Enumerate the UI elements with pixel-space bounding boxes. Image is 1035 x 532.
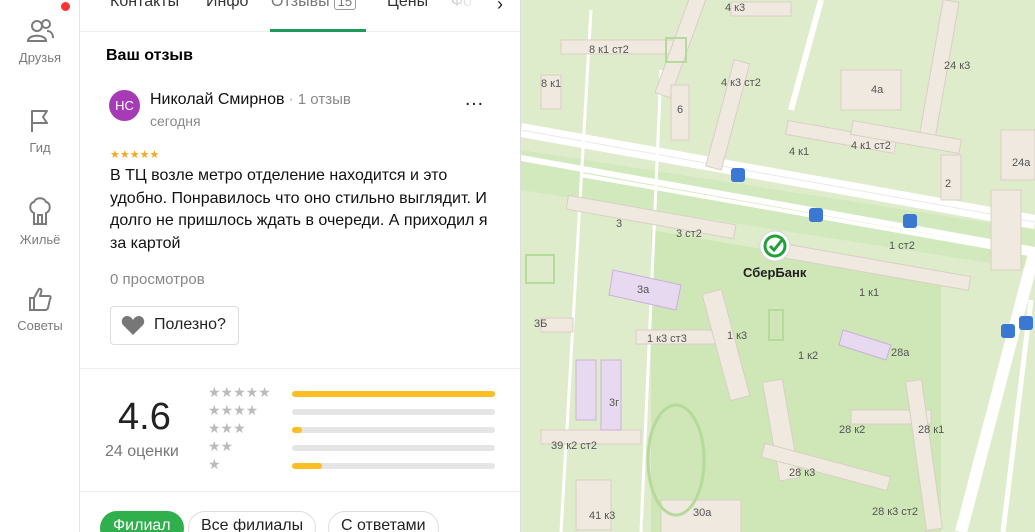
tab-reviews-label: Отзывы: [271, 0, 330, 10]
map-label: 4 к3: [725, 2, 746, 14]
map-label: 6: [677, 104, 684, 116]
active-tab-indicator: [270, 29, 366, 32]
map-label: 28 к3: [789, 467, 816, 479]
friends-icon: [26, 19, 54, 42]
dist-stars: ★★★★: [208, 402, 259, 418]
filter-chip-with-replies[interactable]: С ответами: [328, 511, 439, 532]
section-title: Ваш отзыв: [106, 47, 193, 64]
map-label: 8 к1 ст2: [589, 44, 629, 56]
ratings-count: 24 оценки: [105, 443, 179, 460]
tab-fade: [442, 0, 482, 30]
map-label: 4 к1 ст2: [851, 140, 891, 152]
map-label: 4 к1: [789, 146, 810, 158]
map-label: 3г: [609, 397, 620, 409]
map-label: 1 к1: [859, 287, 880, 299]
avatar[interactable]: НС: [109, 90, 140, 121]
notification-dot: [61, 2, 70, 11]
tab-prices[interactable]: Цены: [387, 0, 428, 11]
map-label: 39 к2 ст2: [551, 440, 597, 452]
heart-icon: [121, 316, 145, 335]
flag-icon: [31, 110, 48, 132]
filter-chip-all-branches[interactable]: Все филиалы: [188, 511, 317, 532]
map-label: 8 к1: [541, 78, 562, 90]
map-label: 1 к3 ст3: [647, 333, 687, 345]
map-label: 28 к2: [839, 424, 866, 436]
review-author-line: Николай Смирнов · 1 отзыв: [150, 91, 351, 108]
rating-bar-fill: [292, 463, 323, 469]
map-label: 24а: [1012, 157, 1031, 169]
review-author[interactable]: Николай Смирнов: [150, 91, 284, 108]
review-text: В ТЦ возле метро отделение находится и э…: [110, 167, 488, 252]
map-label: 28 к3 ст2: [872, 506, 918, 518]
more-options-icon[interactable]: …: [464, 89, 485, 109]
map-label: 28а: [891, 347, 910, 359]
filter-chip-branch[interactable]: Филиал: [100, 511, 184, 532]
map-label: 30а: [693, 507, 712, 519]
divider: [80, 368, 520, 369]
map-label: 41 к3: [589, 510, 616, 522]
map-label: 2: [945, 178, 952, 190]
map-label: 3Б: [534, 318, 548, 330]
dist-stars: ★★: [208, 438, 234, 454]
rail-item-housing[interactable]: Жильё: [0, 196, 80, 247]
rail-item-tips[interactable]: Советы: [0, 286, 80, 333]
review-stars: ★★★★★: [110, 149, 160, 161]
rail-item-label: Гид: [29, 140, 51, 155]
reviews-count-badge: 15: [333, 0, 357, 10]
dist-stars: ★: [208, 456, 221, 472]
review-views: 0 просмотров: [110, 271, 205, 288]
map-label: 3: [616, 218, 623, 230]
rating-bar: [292, 427, 495, 433]
map-label: 28 к1: [918, 424, 945, 436]
rail-item-label: Жильё: [19, 232, 61, 247]
helpful-label: Полезно?: [154, 316, 226, 333]
author-review-count: 1 отзыв: [297, 91, 351, 108]
dist-stars: ★★★: [208, 420, 246, 436]
housing-icon: [29, 197, 51, 225]
tab-contacts[interactable]: Контакты: [110, 0, 179, 11]
helpful-button[interactable]: Полезно?: [110, 306, 239, 345]
rating-bar-fill: [292, 427, 303, 433]
map-label: 24 к3: [944, 60, 971, 72]
tab-bar: Контакты Инфо Отзывы15 Цены Фо ›: [80, 0, 520, 32]
chevron-right-icon[interactable]: ›: [497, 0, 503, 15]
map-label: 1 к2: [798, 350, 819, 362]
poi-label[interactable]: СберБанк: [743, 265, 806, 280]
thumbs-up-icon: [29, 287, 52, 311]
map-label: 3а: [637, 284, 650, 296]
rating-bar-fill: [292, 391, 495, 397]
map-label: 4 к3 ст2: [721, 77, 761, 89]
business-panel: Контакты Инфо Отзывы15 Цены Фо › Ваш отз…: [80, 0, 521, 532]
divider: [80, 491, 520, 492]
tab-reviews[interactable]: Отзывы 15: [271, 0, 357, 11]
rail-item-label: Советы: [17, 318, 63, 333]
map-view[interactable]: СберБанк 4 к3 8 к1 ст2 8 к1 4 к3 ст2 24 …: [521, 0, 1035, 532]
rail-item-guide[interactable]: Гид: [0, 108, 80, 155]
rating-bar: [292, 445, 495, 451]
rating-bar: [292, 391, 495, 397]
map-label: 1 к3: [727, 330, 748, 342]
dist-stars: ★★★★★: [208, 384, 271, 400]
map-label: 1 ст2: [889, 240, 915, 252]
rating-bar: [292, 463, 495, 469]
left-rail: Друзья Гид Жильё Советы: [0, 0, 80, 532]
rail-item-label: Друзья: [18, 50, 62, 65]
review-date: сегодня: [150, 113, 201, 129]
rail-item-friends[interactable]: Друзья: [0, 18, 80, 65]
tab-info[interactable]: Инфо: [206, 0, 248, 11]
map-label: 3 ст2: [676, 228, 702, 240]
rating-bar: [292, 409, 495, 415]
map-label: 4а: [871, 84, 884, 96]
rating-value: 4.6: [118, 396, 171, 438]
